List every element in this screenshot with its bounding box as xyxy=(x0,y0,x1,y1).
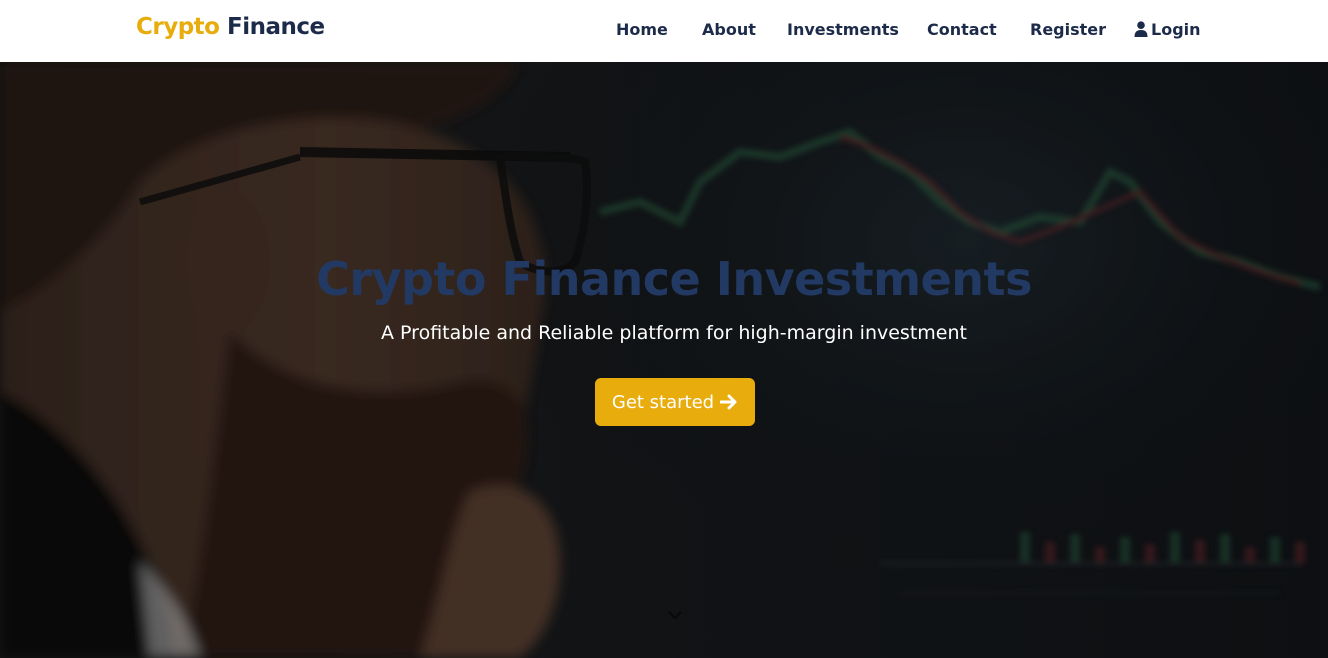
hero-overlay xyxy=(0,62,1328,658)
login-label: Login xyxy=(1151,20,1201,39)
chevron-down-icon xyxy=(668,610,682,619)
get-started-label: Get started xyxy=(611,391,715,413)
get-started-button[interactable]: Get started xyxy=(595,378,755,426)
nav-link-contact[interactable]: Contact xyxy=(927,20,997,39)
hero-subtitle: A Profitable and Reliable platform for h… xyxy=(381,322,967,344)
user-icon xyxy=(1134,21,1148,37)
main-nav: Home About Investments Contact Register … xyxy=(0,0,1328,62)
nav-link-login[interactable]: Login xyxy=(1134,20,1201,39)
nav-link-investments[interactable]: Investments xyxy=(787,20,899,39)
nav-link-register[interactable]: Register xyxy=(1030,20,1106,39)
hero-title: Crypto Finance Investments xyxy=(316,252,1032,306)
nav-link-home[interactable]: Home xyxy=(616,20,668,39)
scroll-down-button[interactable] xyxy=(666,608,684,622)
hero-section: Crypto Finance Investments A Profitable … xyxy=(0,62,1328,658)
arrow-right-icon xyxy=(720,394,737,410)
nav-link-about[interactable]: About xyxy=(702,20,756,39)
site-header: Crypto Finance Home About Investments Co… xyxy=(0,0,1328,62)
